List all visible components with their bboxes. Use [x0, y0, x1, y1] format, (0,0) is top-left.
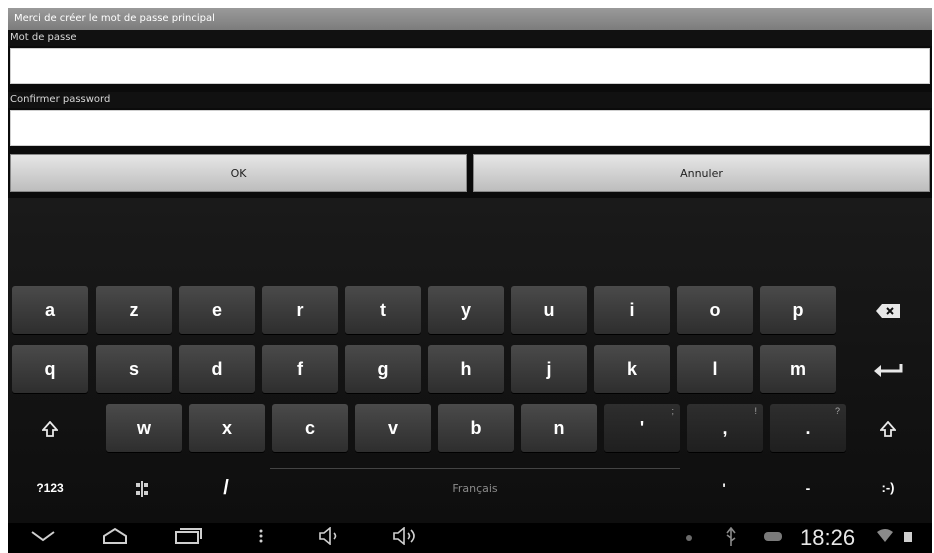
- key-p[interactable]: p: [760, 286, 836, 334]
- symbols-key[interactable]: ?123: [12, 464, 88, 512]
- key-e[interactable]: e: [179, 286, 255, 334]
- key-g[interactable]: g: [345, 345, 421, 393]
- enter-arrow-icon: [874, 364, 903, 378]
- key-period-label: .: [805, 418, 811, 438]
- key-apostrophe-label: ': [639, 418, 645, 438]
- key-apostrophe-hint: ;: [671, 406, 674, 416]
- shift-key-right[interactable]: [850, 404, 926, 452]
- shift-key-left[interactable]: [12, 404, 88, 452]
- backspace-icon: [876, 304, 900, 319]
- android-screen: Merci de créer le mot de passe principal…: [8, 8, 932, 553]
- key-f[interactable]: f: [262, 345, 338, 393]
- key-d[interactable]: d: [179, 345, 255, 393]
- ok-button[interactable]: OK: [10, 154, 467, 192]
- chevron-down-icon: [31, 531, 55, 542]
- system-bar: 18:26: [8, 523, 932, 553]
- space-bar[interactable]: Français: [270, 468, 680, 511]
- dialog-title: Merci de créer le mot de passe principal: [8, 8, 932, 30]
- recent-apps-button[interactable]: [174, 527, 202, 549]
- key-q[interactable]: q: [12, 345, 88, 393]
- emoji-key[interactable]: :-): [850, 464, 926, 512]
- volume-down-icon: [319, 526, 337, 546]
- key-v[interactable]: v: [355, 404, 431, 452]
- volume-down-button[interactable]: [318, 526, 342, 549]
- key-b[interactable]: b: [438, 404, 514, 452]
- hide-keyboard-button[interactable]: [30, 527, 56, 549]
- key-o[interactable]: o: [677, 286, 753, 334]
- key-l[interactable]: l: [677, 345, 753, 393]
- password-label: Mot de passe: [8, 30, 932, 46]
- key-u[interactable]: u: [511, 286, 587, 334]
- key-s[interactable]: s: [96, 345, 172, 393]
- slash-key[interactable]: /: [188, 464, 264, 512]
- password-input[interactable]: [10, 48, 930, 84]
- cancel-button[interactable]: Annuler: [473, 154, 930, 192]
- confirm-password-input[interactable]: [10, 110, 930, 146]
- key-comma-hint: !: [754, 406, 757, 416]
- confirm-password-label: Confirmer password: [8, 92, 932, 108]
- key-comma[interactable]: , !: [687, 404, 763, 452]
- key-z[interactable]: z: [96, 286, 172, 334]
- volume-up-button[interactable]: [392, 526, 420, 549]
- key-comma-label: ,: [722, 418, 728, 438]
- android-debug-icon: [762, 527, 784, 549]
- key-t[interactable]: t: [345, 286, 421, 334]
- key-period-hint: ?: [834, 406, 840, 416]
- key-r[interactable]: r: [262, 286, 338, 334]
- key-c[interactable]: c: [272, 404, 348, 452]
- key-apostrophe[interactable]: ' ;: [604, 404, 680, 452]
- dash-key[interactable]: -: [770, 464, 846, 512]
- key-m[interactable]: m: [760, 345, 836, 393]
- key-y[interactable]: y: [428, 286, 504, 334]
- key-x[interactable]: x: [189, 404, 265, 452]
- usb-icon: [724, 526, 738, 549]
- menu-dots-icon: [259, 529, 263, 543]
- key-j[interactable]: j: [511, 345, 587, 393]
- recent-apps-icon: [175, 528, 202, 544]
- shift-icon: [41, 420, 59, 438]
- apostrophe-key-bottom[interactable]: ': [686, 464, 762, 512]
- keyboard-settings-icon: [136, 481, 148, 498]
- volume-up-icon: [393, 526, 415, 546]
- home-button[interactable]: [102, 527, 128, 549]
- settings-key[interactable]: [104, 464, 180, 512]
- shift-icon: [879, 420, 897, 438]
- key-period[interactable]: . ?: [770, 404, 846, 452]
- key-h[interactable]: h: [428, 345, 504, 393]
- key-w[interactable]: w: [106, 404, 182, 452]
- wifi-icon: [876, 527, 894, 549]
- battery-icon: [902, 527, 914, 549]
- notification-dot-icon: [684, 527, 694, 549]
- key-n[interactable]: n: [521, 404, 597, 452]
- menu-button[interactable]: [258, 527, 264, 549]
- key-a[interactable]: a: [12, 286, 88, 334]
- status-clock: 18:26: [800, 525, 856, 550]
- key-k[interactable]: k: [594, 345, 670, 393]
- backspace-key[interactable]: [850, 286, 926, 334]
- key-i[interactable]: i: [594, 286, 670, 334]
- enter-key[interactable]: [850, 345, 926, 393]
- home-icon: [103, 527, 127, 544]
